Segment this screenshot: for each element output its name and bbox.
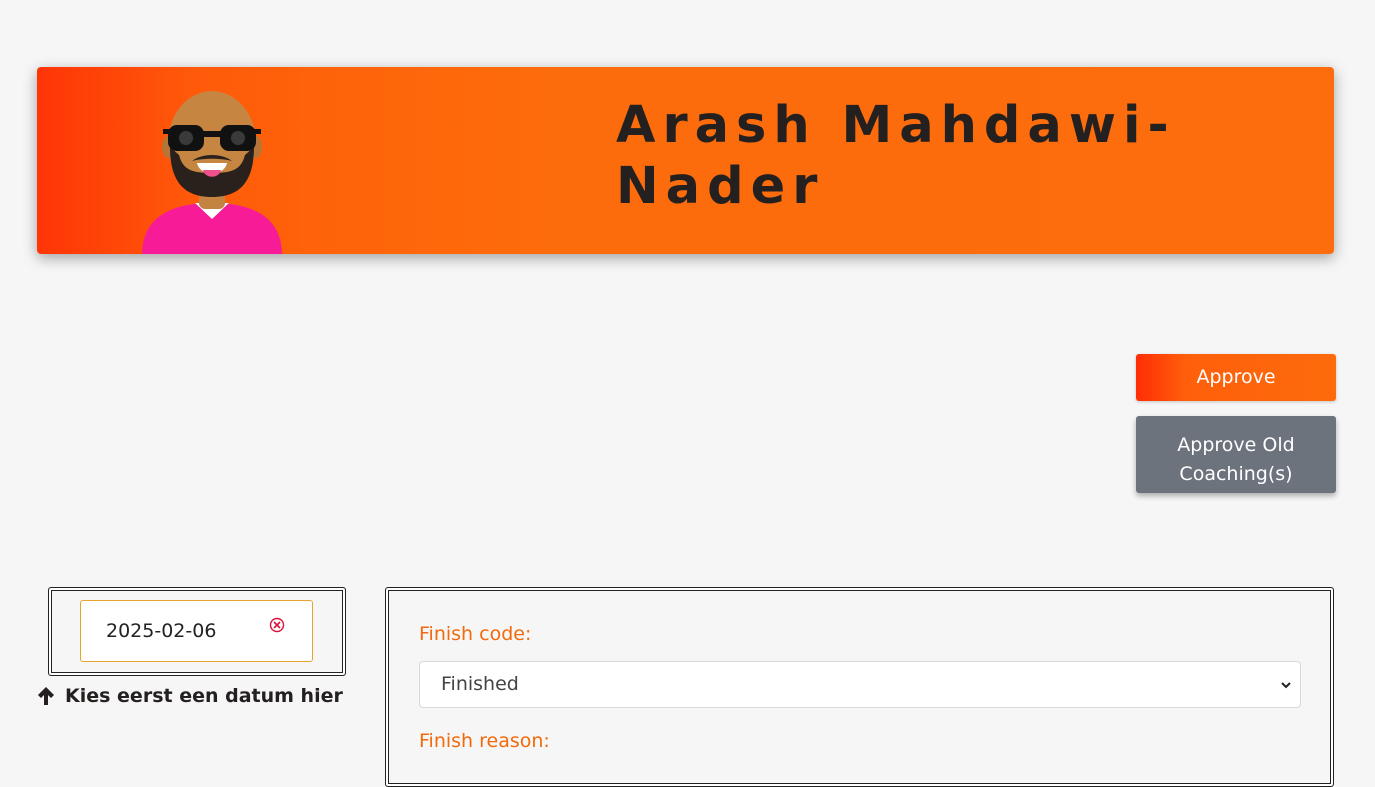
finish-reason-label: Finish reason: <box>419 730 550 752</box>
date-picker-panel: 2025-02-06 <box>48 587 346 676</box>
arrow-up-icon <box>38 687 54 705</box>
finish-form: Finish code: Finished Finish reason: <box>385 587 1334 787</box>
chevron-down-icon <box>1281 682 1291 689</box>
approve-old-coachings-button[interactable]: Approve Old Coaching(s) <box>1136 416 1336 493</box>
clear-icon[interactable] <box>269 617 285 633</box>
date-hint: Kies eerst een datum hier <box>37 684 343 708</box>
avatar-icon <box>142 91 282 254</box>
finish-code-label: Finish code: <box>419 623 532 645</box>
date-hint-text: Kies eerst een datum hier <box>65 685 343 707</box>
date-value: 2025-02-06 <box>106 620 217 642</box>
finish-code-select[interactable]: Finished <box>419 661 1301 708</box>
profile-name: Arash Mahdawi-Nader <box>616 96 1176 216</box>
profile-banner: Arash Mahdawi-Nader <box>37 67 1334 254</box>
approve-button[interactable]: Approve <box>1136 354 1336 401</box>
finish-code-value: Finished <box>441 673 519 695</box>
